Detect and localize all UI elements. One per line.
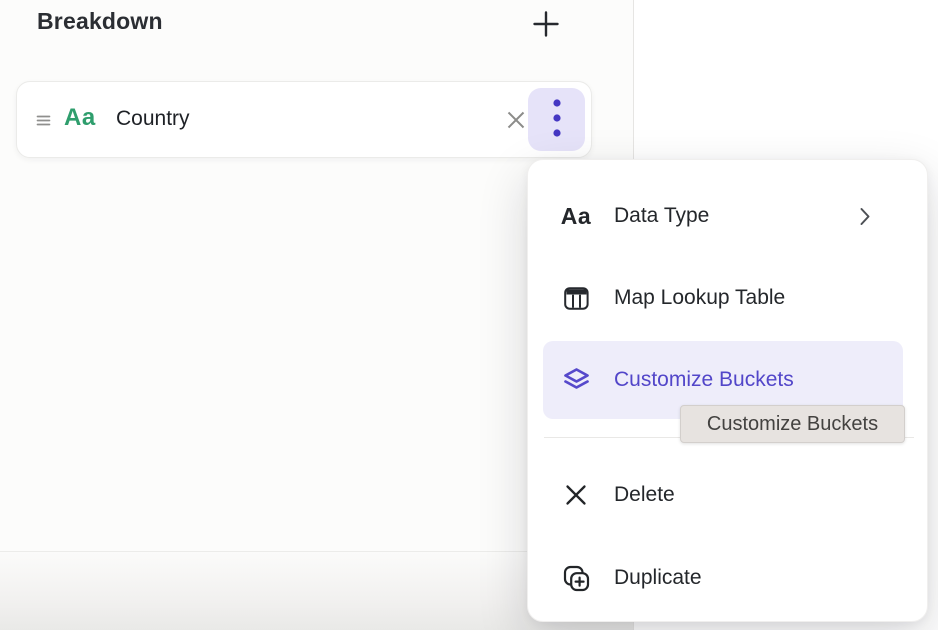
menu-item-label: Customize Buckets	[614, 368, 794, 392]
field-name: Country	[116, 107, 190, 131]
plus-icon	[531, 9, 561, 42]
menu-item-duplicate[interactable]: Duplicate	[543, 553, 914, 603]
menu-item-label: Delete	[614, 483, 675, 507]
field-options-button[interactable]	[528, 88, 585, 151]
menu-item-customize-buckets[interactable]: Customize Buckets	[543, 355, 914, 405]
x-icon	[559, 478, 593, 512]
menu-item-label: Duplicate	[614, 566, 702, 590]
copy-plus-icon	[559, 561, 593, 595]
drag-handle-icon[interactable]	[36, 113, 51, 128]
kebab-menu-icon	[552, 98, 562, 141]
menu-item-label: Map Lookup Table	[614, 286, 785, 310]
menu-item-label: Data Type	[614, 204, 709, 228]
screen: Breakdown Aa Country	[0, 0, 938, 630]
menu-item-data-type[interactable]: Aa Data Type	[543, 191, 914, 241]
menu-item-map-lookup-table[interactable]: Map Lookup Table	[543, 273, 914, 323]
field-options-menu: Aa Data Type Map Lookup Table	[527, 159, 928, 622]
panel-title: Breakdown	[37, 8, 163, 35]
breakdown-field-card: Aa Country	[16, 81, 592, 158]
close-icon	[503, 107, 529, 136]
tooltip-text: Customize Buckets	[707, 413, 878, 436]
add-breakdown-button[interactable]	[529, 8, 563, 42]
menu-item-delete[interactable]: Delete	[543, 470, 914, 520]
layers-icon	[559, 363, 593, 397]
letter-aa-icon: Aa	[559, 199, 593, 233]
customize-buckets-tooltip: Customize Buckets	[680, 405, 905, 443]
table-icon	[559, 281, 593, 315]
chevron-right-icon	[859, 207, 871, 231]
field-type-badge: Aa	[64, 104, 96, 132]
